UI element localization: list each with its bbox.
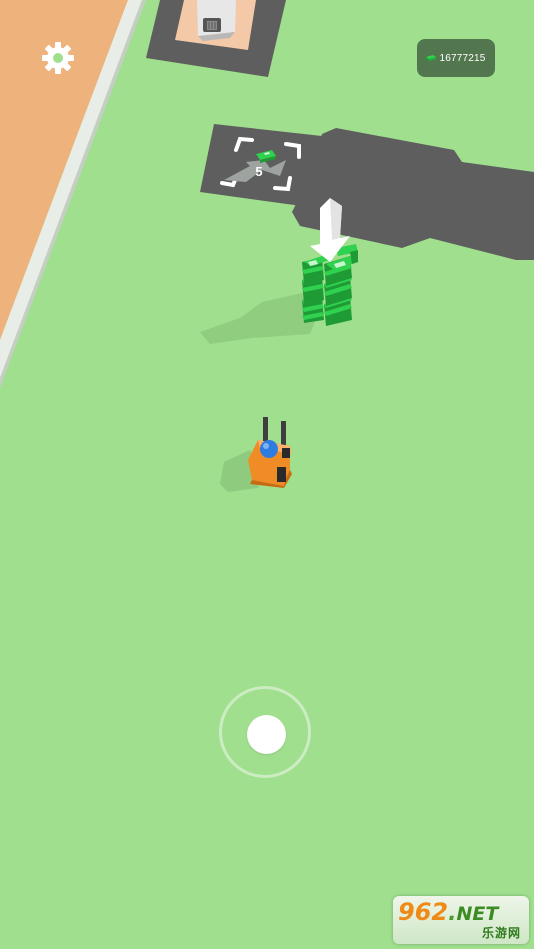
game-scene	[0, 0, 534, 949]
watermark-logo: 962.NET	[398, 898, 498, 926]
site-watermark: 962.NET 乐游网	[393, 896, 529, 944]
gear-icon	[42, 42, 74, 74]
watermark-number: 962	[398, 898, 449, 926]
money-counter: 16777215	[417, 39, 495, 77]
driver-icon	[260, 440, 278, 458]
upgrade-pad-count: 5	[255, 164, 263, 179]
settings-button[interactable]	[40, 40, 76, 76]
trash-bin-machine	[197, 0, 236, 41]
money-value: 16777215	[439, 52, 486, 64]
joystick-knob[interactable]	[247, 715, 286, 754]
watermark-subtitle: 乐游网	[481, 926, 521, 940]
watermark-suffix: NET	[456, 903, 499, 925]
cash-stack-icon	[426, 55, 437, 61]
